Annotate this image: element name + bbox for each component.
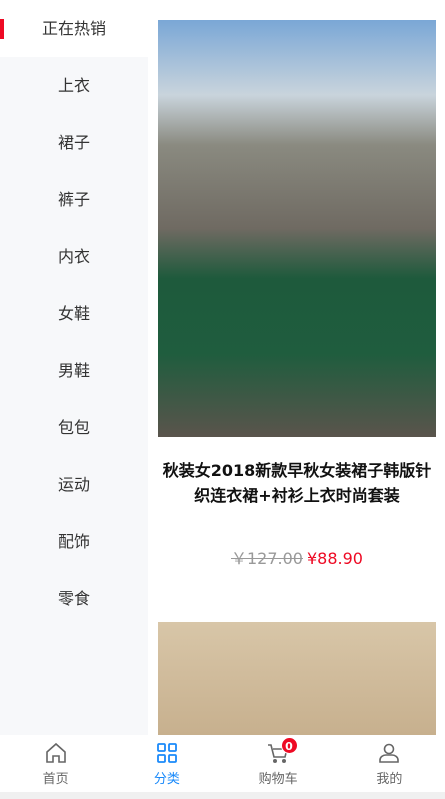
- sidebar-item-bags[interactable]: 包包: [0, 399, 148, 456]
- cart-badge: 0: [280, 737, 298, 754]
- bottom-strip: [0, 792, 445, 799]
- tab-label: 分类: [153, 771, 180, 787]
- sidebar-item-mens-shoes[interactable]: 男鞋: [0, 342, 148, 399]
- sidebar-item-sports[interactable]: 运动: [0, 456, 148, 513]
- sidebar-item-pants[interactable]: 裤子: [0, 171, 148, 228]
- tab-label: 购物车: [258, 771, 298, 787]
- tab-cart[interactable]: 购物车 0: [223, 735, 334, 792]
- bottom-tabbar: 首页 分类 购物车 0 我的: [0, 735, 445, 792]
- sidebar-item-accessories[interactable]: 配饰: [0, 513, 148, 570]
- category-sidebar: 正在热销 上衣 裙子 裤子 内衣 女鞋 男鞋 包包 运动 配饰 零食: [0, 0, 148, 735]
- tab-category[interactable]: 分类: [111, 735, 222, 792]
- product-price: ￥127.00 ¥88.90: [158, 545, 436, 569]
- sidebar-item-hot[interactable]: 正在热销: [0, 0, 148, 57]
- sidebar-item-tops[interactable]: 上衣: [0, 57, 148, 114]
- tab-home[interactable]: 首页: [0, 735, 111, 792]
- tab-label: 首页: [42, 771, 69, 787]
- home-icon: [45, 742, 66, 763]
- product-list[interactable]: 秋装女2018新款早秋女装裙子韩版针织连衣裙+衬衫上衣时尚套装 ￥127.00 ¥…: [148, 0, 445, 735]
- category-icon: [156, 742, 177, 763]
- product-image[interactable]: [158, 622, 436, 735]
- tab-label: 我的: [376, 771, 403, 787]
- original-price: ￥127.00: [231, 549, 303, 568]
- sidebar-item-womens-shoes[interactable]: 女鞋: [0, 285, 148, 342]
- product-image[interactable]: [158, 20, 436, 437]
- tab-mine[interactable]: 我的: [334, 735, 445, 792]
- sidebar-item-skirts[interactable]: 裙子: [0, 114, 148, 171]
- sale-price: ¥88.90: [307, 549, 363, 568]
- product-title[interactable]: 秋装女2018新款早秋女装裙子韩版针织连衣裙+衬衫上衣时尚套装: [158, 458, 436, 508]
- sidebar-item-underwear[interactable]: 内衣: [0, 228, 148, 285]
- user-icon: [379, 743, 400, 763]
- sidebar-item-snacks[interactable]: 零食: [0, 570, 148, 627]
